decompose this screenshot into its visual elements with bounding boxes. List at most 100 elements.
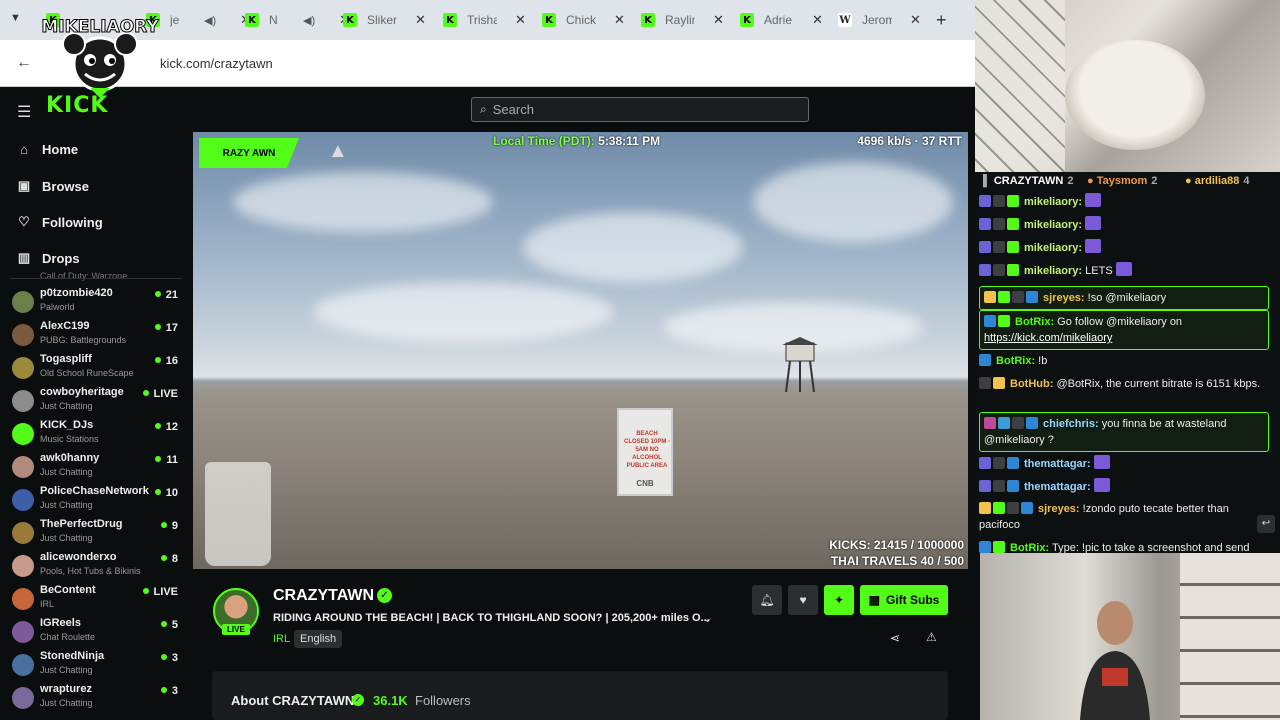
channel-item[interactable]: p0tzombie420 Palworld 21 bbox=[12, 287, 182, 319]
browser-tab[interactable]: K Trisha ✕ bbox=[443, 6, 526, 34]
tab-title: N bbox=[269, 13, 278, 27]
category-link[interactable]: IRL bbox=[273, 633, 290, 645]
channel-item[interactable]: alicewonderxo Pools, Hot Tubs & Bikinis 8 bbox=[12, 551, 182, 583]
video-player[interactable]: BEACH CLOSED 10PM - 5AM NO ALCOHOL PUBLI… bbox=[193, 132, 968, 569]
share-icon[interactable]: ⋖ bbox=[890, 631, 900, 645]
streamer-name[interactable]: CRAZYTAWN bbox=[273, 587, 374, 605]
channel-item[interactable]: cowboyheritage Just Chatting LIVE bbox=[12, 386, 182, 418]
kick-favicon-icon: K bbox=[641, 13, 655, 27]
chat-username[interactable]: sjreyes: bbox=[1043, 292, 1085, 304]
chat-username[interactable]: BotHub: bbox=[1010, 378, 1053, 390]
speaker-icon[interactable]: ◀) bbox=[204, 14, 216, 27]
badge-icon bbox=[993, 195, 1005, 208]
chat-username[interactable]: mikeliaory: bbox=[1024, 242, 1082, 254]
nav-following[interactable]: ♡ Following bbox=[16, 214, 102, 230]
chat-username[interactable]: BotRix: bbox=[1015, 316, 1054, 328]
chat-message[interactable]: mikeliaory: bbox=[979, 193, 1269, 210]
search-input[interactable]: ⌕ Search bbox=[471, 97, 809, 122]
chat-message[interactable]: sjreyes: !zondo puto tecate better than … bbox=[979, 501, 1269, 533]
browser-tab[interactable]: W Jerom ✕ bbox=[838, 6, 921, 34]
user-badges bbox=[979, 376, 1007, 392]
nav-home[interactable]: ⌂ Home bbox=[16, 142, 78, 157]
badge-icon bbox=[984, 291, 996, 304]
channel-item[interactable]: AlexC199 PUBG: Battlegrounds 17 bbox=[12, 320, 182, 352]
gifter-item[interactable]: ● ardilia88 4 bbox=[1185, 175, 1249, 187]
channel-item[interactable]: PoliceChaseNetwork Just Chatting 10 bbox=[12, 485, 182, 517]
chat-message[interactable]: BotRix: Type: !pic to take a screenshot … bbox=[979, 540, 1269, 553]
chat-message[interactable]: mikeliaory: bbox=[979, 216, 1269, 233]
rocket-icon: ▲ bbox=[328, 140, 348, 162]
channel-name: awk0hanny bbox=[40, 452, 100, 464]
chat-message[interactable]: mikeliaory: bbox=[979, 239, 1269, 256]
chat-message[interactable]: themattagar: bbox=[979, 478, 1269, 495]
browser-tab[interactable]: K Chick ✕ bbox=[542, 6, 625, 34]
report-icon[interactable]: ⚠ bbox=[926, 630, 937, 644]
nav-drops[interactable]: ▥ Drops bbox=[16, 250, 80, 266]
channel-item[interactable]: awk0hanny Just Chatting 11 bbox=[12, 452, 182, 484]
channel-name: StonedNinja bbox=[40, 650, 105, 662]
channel-name: cowboyheritage bbox=[40, 386, 124, 398]
chat-message[interactable]: BotHub: @BotRix, the current bitrate is … bbox=[979, 376, 1269, 392]
browser-tab[interactable]: K Adrie ✕ bbox=[740, 6, 823, 34]
verified-icon: ✓ bbox=[352, 694, 364, 706]
url-field[interactable]: kick.com/crazytawn bbox=[160, 56, 273, 71]
chat-username[interactable]: sjreyes: bbox=[1038, 503, 1080, 515]
menu-icon[interactable]: ☰ bbox=[17, 102, 31, 122]
channel-item[interactable]: wrapturez Just Chatting 3 bbox=[12, 683, 182, 715]
notification-bell-button[interactable]: 🔔︎ bbox=[752, 585, 782, 615]
chat-message[interactable]: BotRix: Go follow @mikeliaory on https://… bbox=[979, 310, 1269, 351]
close-tab-icon[interactable]: ✕ bbox=[614, 12, 625, 28]
browser-tab[interactable]: K Raylin ✕ bbox=[641, 6, 724, 34]
chat-username[interactable]: BotRix: bbox=[996, 355, 1035, 367]
gifter-item[interactable]: ▌ CRAZYTAWN 2 bbox=[983, 175, 1073, 187]
channel-category: PUBG: Battlegrounds bbox=[40, 335, 127, 345]
channel-item[interactable]: KICK_DJs Music Stations 12 bbox=[12, 419, 182, 451]
language-tag[interactable]: English bbox=[294, 630, 343, 648]
subscribe-button[interactable]: ✦ bbox=[824, 585, 854, 615]
chat-username[interactable]: mikeliaory: bbox=[1024, 196, 1082, 208]
kicks-goal: KICKS: 21415 / 1000000 bbox=[829, 538, 964, 552]
chat-username[interactable]: mikeliaory: bbox=[1024, 265, 1082, 277]
chevron-down-icon[interactable]: ⌄ bbox=[703, 612, 712, 625]
user-badges bbox=[984, 314, 1012, 330]
chat-username[interactable]: chiefchris: bbox=[1043, 418, 1099, 430]
badge-icon bbox=[1007, 218, 1019, 231]
chat-link[interactable]: https://kick.com/mikeliaory bbox=[984, 332, 1112, 344]
chat-message[interactable]: BotRix: !b bbox=[979, 353, 1269, 369]
badge-icon bbox=[1007, 480, 1019, 493]
browser-tab[interactable]: KN◀)✕ bbox=[245, 6, 350, 34]
viewer-count: 10 bbox=[155, 487, 178, 499]
close-tab-icon[interactable]: ✕ bbox=[910, 12, 921, 28]
gifter-name: CRAZYTAWN bbox=[993, 175, 1064, 187]
close-tab-icon[interactable]: ✕ bbox=[812, 12, 823, 28]
close-tab-icon[interactable]: ✕ bbox=[415, 12, 426, 28]
speaker-icon[interactable]: ◀) bbox=[303, 14, 315, 27]
nav-browse[interactable]: ▣ Browse bbox=[16, 178, 89, 194]
tab-search-icon[interactable]: ▼ bbox=[10, 12, 21, 24]
close-tab-icon[interactable]: ✕ bbox=[713, 12, 724, 28]
new-tab-button[interactable]: + bbox=[936, 10, 947, 31]
close-tab-icon[interactable]: ✕ bbox=[515, 12, 526, 28]
follow-button[interactable]: ♥ bbox=[788, 585, 818, 615]
chat-username[interactable]: BotRix: bbox=[1010, 542, 1049, 553]
chat-username[interactable]: themattagar: bbox=[1024, 458, 1091, 470]
browser-tab[interactable]: K Sliker ✕ bbox=[343, 6, 426, 34]
gift-subs-button[interactable]: ▦ Gift Subs bbox=[860, 585, 948, 615]
gifter-item[interactable]: ● Taysmom 2 bbox=[1087, 175, 1157, 187]
chat-message[interactable]: chiefchris: you finna be at wasteland @m… bbox=[979, 412, 1269, 453]
channel-item[interactable]: Togaspliff Old School RuneScape 16 bbox=[12, 353, 182, 385]
scroll-to-bottom-button[interactable]: ↩ bbox=[1257, 515, 1275, 533]
drops-icon: ▥ bbox=[17, 250, 31, 265]
channel-item[interactable]: IGReels Chat Roulette 5 bbox=[12, 617, 182, 649]
channel-name: PoliceChaseNetwork bbox=[40, 485, 149, 497]
chat-message[interactable]: themattagar: bbox=[979, 455, 1269, 472]
chat-message[interactable]: mikeliaory: LETS bbox=[979, 262, 1269, 279]
chat-username[interactable]: themattagar: bbox=[1024, 481, 1091, 493]
chat-username[interactable]: mikeliaory: bbox=[1024, 219, 1082, 231]
channel-avatar bbox=[12, 324, 34, 346]
chat-text: Go follow @mikeliaory on bbox=[1057, 316, 1183, 328]
channel-item[interactable]: StonedNinja Just Chatting 3 bbox=[12, 650, 182, 682]
chat-message[interactable]: sjreyes: !so @mikeliaory bbox=[979, 286, 1269, 311]
channel-item[interactable]: ThePerfectDrug Just Chatting 9 bbox=[12, 518, 182, 550]
channel-item[interactable]: BeContent IRL LIVE bbox=[12, 584, 182, 616]
